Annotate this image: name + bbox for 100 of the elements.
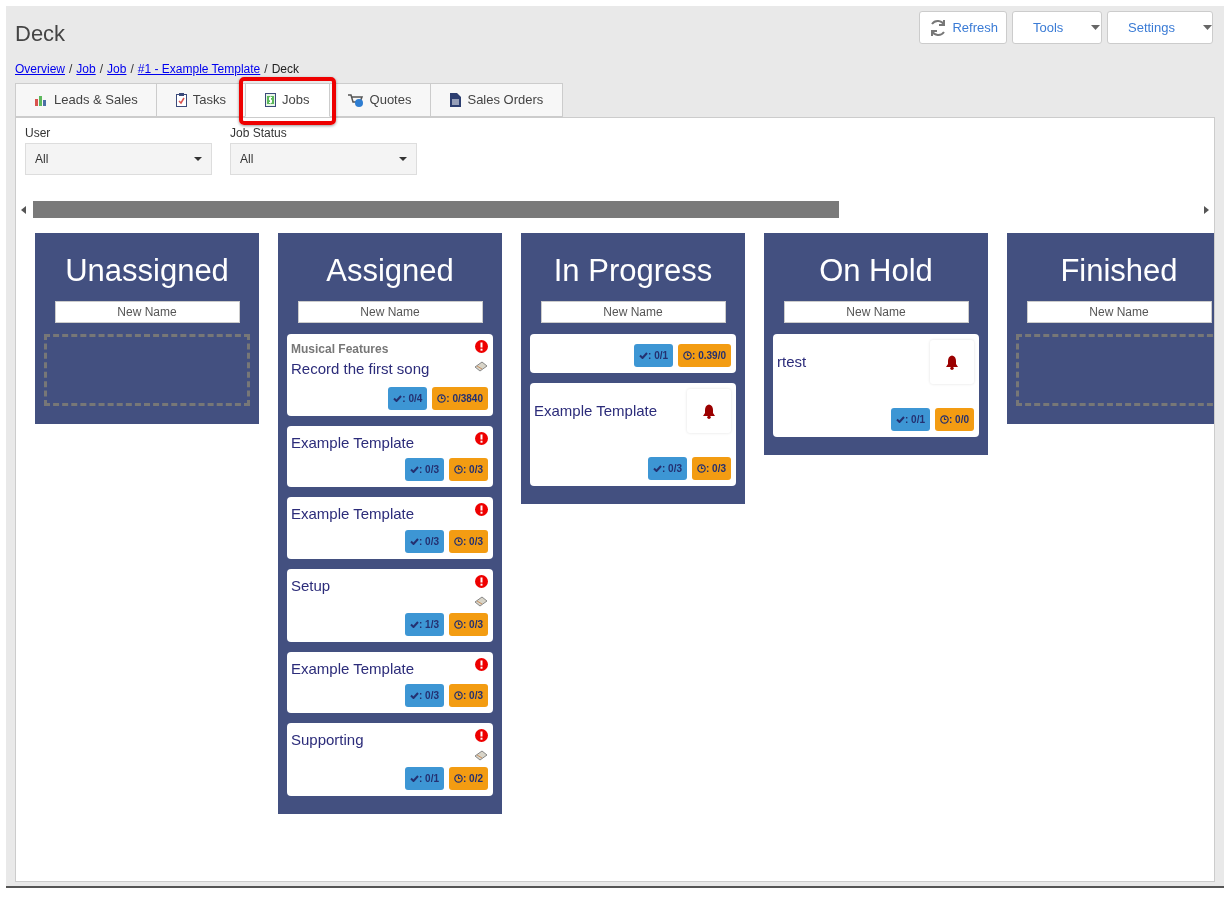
- job-title: Example Template: [291, 504, 415, 524]
- new-name-field[interactable]: New Name: [1026, 301, 1212, 323]
- job-card[interactable]: Example Template : 0/3 : 0/3: [287, 497, 493, 559]
- check-icon: [409, 620, 419, 628]
- filter-label: User: [25, 125, 52, 142]
- job-title: Record the first song: [291, 359, 430, 379]
- column-title: Finished: [1059, 252, 1179, 290]
- tab[interactable]: Jobs: [245, 83, 330, 117]
- clock-icon: [454, 774, 463, 783]
- refresh-button[interactable]: Refresh: [919, 11, 1007, 44]
- job-card[interactable]: Example Template : 0/3 : 0/3: [530, 383, 736, 486]
- clock-icon: [454, 465, 463, 474]
- task-count-badge: : 0/4: [388, 386, 428, 410]
- time-badge: : 0/3: [449, 684, 488, 707]
- breadcrumb-link[interactable]: Job: [76, 60, 96, 78]
- job-card[interactable]: Setup : 1/3 : 0/3: [287, 568, 493, 642]
- cart-icon: [347, 93, 364, 107]
- task-count-badge: : 0/3: [404, 684, 444, 707]
- bell-icon: [945, 354, 959, 370]
- dropdown-button[interactable]: Tools: [1012, 11, 1102, 44]
- task-count-badge: : 0/1: [404, 767, 444, 790]
- caret-icon: [399, 157, 407, 161]
- job-title: Example Template: [534, 400, 658, 421]
- clock-icon: [697, 464, 706, 473]
- caret-icon: [194, 157, 202, 161]
- check-icon: [409, 692, 419, 699]
- time-badge: : 0/3: [449, 458, 488, 481]
- dropdown-button[interactable]: Settings: [1107, 11, 1213, 44]
- time-badge: : 0.39/0: [678, 344, 731, 367]
- filter-label: Job Status: [230, 125, 288, 142]
- column-title: Unassigned: [64, 252, 230, 290]
- clock-icon: [454, 536, 463, 546]
- column-title: In Progress: [552, 252, 714, 290]
- new-name-field[interactable]: New Name: [297, 301, 483, 323]
- time-badge: : 0/3: [449, 529, 488, 553]
- task-count-badge: : 0/3: [404, 458, 444, 481]
- job-title: Example Template: [291, 658, 415, 679]
- job-title: Setup: [291, 575, 331, 596]
- tab[interactable]: Leads & Sales: [15, 83, 157, 117]
- time-badge: : 0/3: [692, 457, 731, 480]
- clock-icon: [454, 619, 463, 629]
- job-card[interactable]: rtest : 0/1 : 0/0: [773, 334, 979, 437]
- job-card[interactable]: Example Template : 0/3 : 0/3: [287, 425, 493, 487]
- dollar-document-icon: [265, 93, 277, 107]
- chart-icon: [34, 94, 48, 106]
- column-title: On Hold: [818, 252, 934, 290]
- tab[interactable]: Sales Orders: [431, 83, 564, 117]
- page-title: Deck: [15, 20, 66, 48]
- check-icon: [393, 394, 403, 402]
- time-badge: : 0/3840: [432, 386, 488, 410]
- time-badge: : 0/3: [449, 612, 488, 636]
- check-icon: [639, 352, 649, 359]
- caret-icon: [1091, 25, 1101, 30]
- check-icon: [409, 537, 419, 545]
- caret-icon: [1203, 25, 1212, 30]
- dropdown-field[interactable]: All: [230, 143, 417, 175]
- check-icon: [409, 775, 419, 782]
- job-title: Example Template: [291, 432, 415, 453]
- breadcrumb-separator: /: [69, 61, 73, 78]
- column-title: Assigned: [325, 252, 455, 290]
- task-count-badge: : 0/1: [634, 344, 674, 367]
- job-card[interactable]: : 0/1 : 0.39/0: [530, 334, 736, 373]
- check-icon: [409, 466, 419, 473]
- check-icon: [895, 416, 905, 423]
- task-count-badge: : 0/3: [404, 529, 444, 553]
- document-icon: [450, 93, 462, 107]
- bell-icon: [702, 403, 716, 419]
- breadcrumb-separator: /: [99, 61, 104, 78]
- breadcrumb-current: Deck: [271, 61, 299, 78]
- new-name-field[interactable]: New Name: [540, 301, 726, 323]
- scroll-left-icon[interactable]: [21, 205, 27, 214]
- time-badge: : 0/0: [935, 408, 974, 431]
- tab[interactable]: Tasks: [156, 83, 247, 117]
- job-group: Musical Features: [291, 340, 430, 358]
- job-title: rtest: [777, 351, 807, 372]
- new-name-field[interactable]: New Name: [783, 301, 969, 323]
- clock-icon: [683, 351, 693, 360]
- scroll-right-icon[interactable]: [1203, 205, 1209, 214]
- clock-icon: [940, 415, 949, 424]
- clock-icon: [437, 393, 447, 403]
- job-card[interactable]: Supporting : 0/1 : 0/2: [287, 723, 493, 796]
- breadcrumb-link[interactable]: #1 - Example Template: [137, 60, 261, 78]
- task-count-badge: : 1/3: [404, 612, 444, 636]
- breadcrumb-link[interactable]: Overview: [15, 60, 65, 78]
- job-card[interactable]: Example Template : 0/3 : 0/3: [287, 651, 493, 713]
- scrollbar-thumb[interactable]: [33, 201, 839, 218]
- task-count-badge: : 0/1: [890, 408, 930, 431]
- breadcrumb-separator: /: [130, 61, 134, 78]
- breadcrumb-separator: /: [264, 61, 268, 78]
- job-title: Supporting: [291, 730, 364, 750]
- clipboard-icon: [175, 93, 187, 107]
- task-count-badge: : 0/3: [647, 457, 687, 480]
- check-icon: [652, 465, 662, 472]
- time-badge: : 0/2: [449, 767, 488, 790]
- tab[interactable]: Quotes: [328, 83, 432, 117]
- breadcrumb-link[interactable]: Job: [107, 60, 127, 78]
- dropdown-field[interactable]: All: [25, 143, 212, 175]
- job-card[interactable]: Musical Features Record the first song : 0/4 : 0/3840: [287, 334, 493, 416]
- clock-icon: [454, 691, 463, 700]
- new-name-field[interactable]: New Name: [54, 301, 240, 323]
